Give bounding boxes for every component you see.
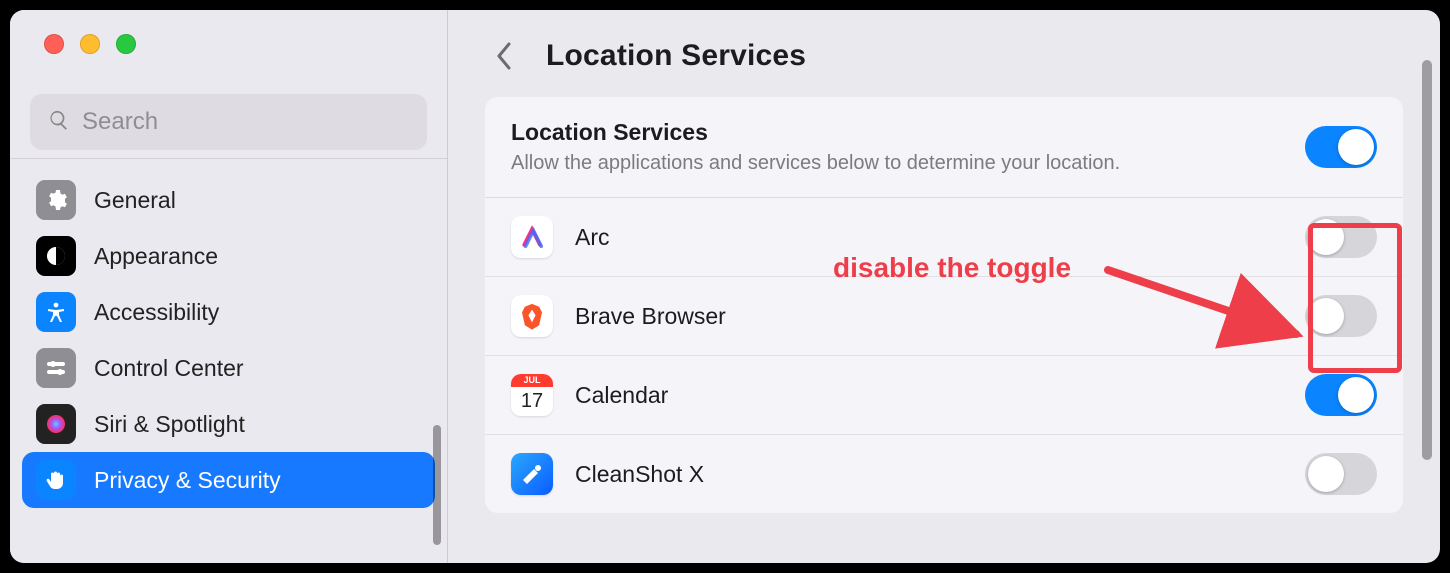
sidebar-item-label: Siri & Spotlight (94, 411, 245, 438)
app-name-label: Calendar (575, 382, 1283, 409)
zoom-window-button[interactable] (116, 34, 136, 54)
sidebar-item-control-center[interactable]: Control Center (22, 340, 435, 396)
sidebar-item-appearance[interactable]: Appearance (22, 228, 435, 284)
accessibility-icon (36, 292, 76, 332)
gear-icon (36, 180, 76, 220)
sidebar-item-label: Control Center (94, 355, 244, 382)
sidebar-item-general[interactable]: General (22, 172, 435, 228)
search-input[interactable] (82, 108, 409, 136)
sidebar-item-label: General (94, 187, 176, 214)
app-row-calendar: JUL17 Calendar (485, 356, 1403, 435)
app-row-brave-browser: Brave Browser (485, 277, 1403, 356)
sidebar-item-label: Appearance (94, 243, 218, 270)
siri-icon (36, 404, 76, 444)
app-name-label: Arc (575, 224, 1283, 251)
toggle-cleanshot-x[interactable] (1305, 453, 1377, 495)
main-pane: Location Services Location Services Allo… (448, 10, 1440, 563)
search-field[interactable] (30, 94, 427, 150)
settings-panel: Location Services Allow the applications… (484, 96, 1404, 514)
sidebar-item-label: Privacy & Security (94, 467, 281, 494)
back-button[interactable] (486, 38, 522, 74)
search-icon (48, 109, 70, 136)
sidebar-item-accessibility[interactable]: Accessibility (22, 284, 435, 340)
master-title: Location Services (511, 119, 1285, 146)
arc-app-icon (511, 216, 553, 258)
window-controls (10, 10, 447, 80)
sliders-icon (36, 348, 76, 388)
close-window-button[interactable] (44, 34, 64, 54)
minimize-window-button[interactable] (80, 34, 100, 54)
toggle-calendar[interactable] (1305, 374, 1377, 416)
header: Location Services (448, 10, 1440, 96)
cleanshot-x-app-icon (511, 453, 553, 495)
sidebar-nav: General Appearance Accessibility Control Ce… (10, 164, 447, 516)
toggle-arc[interactable] (1305, 216, 1377, 258)
sidebar-scrollbar[interactable] (433, 425, 441, 545)
app-name-label: Brave Browser (575, 303, 1283, 330)
sidebar-item-siri-spotlight[interactable]: Siri & Spotlight (22, 396, 435, 452)
app-row-cleanshot-x: CleanShot X (485, 435, 1403, 513)
master-subtitle: Allow the applications and services belo… (511, 152, 1285, 175)
app-row-arc: Arc (485, 198, 1403, 277)
search-container (10, 80, 447, 164)
master-toggle-row: Location Services Allow the applications… (485, 97, 1403, 198)
chevron-left-icon (495, 41, 513, 71)
calendar-app-icon: JUL17 (511, 374, 553, 416)
app-name-label: CleanShot X (575, 461, 1283, 488)
toggle-brave-browser[interactable] (1305, 295, 1377, 337)
location-services-master-toggle[interactable] (1305, 126, 1377, 168)
hand-icon (36, 460, 76, 500)
sidebar-item-label: Accessibility (94, 299, 219, 326)
appearance-icon (36, 236, 76, 276)
main-scrollbar[interactable] (1422, 60, 1432, 460)
settings-window: General Appearance Accessibility Control Ce… (10, 10, 1440, 563)
page-title: Location Services (546, 39, 806, 73)
sidebar: General Appearance Accessibility Control Ce… (10, 10, 448, 563)
brave-browser-app-icon (511, 295, 553, 337)
sidebar-item-privacy-security[interactable]: Privacy & Security (22, 452, 435, 508)
